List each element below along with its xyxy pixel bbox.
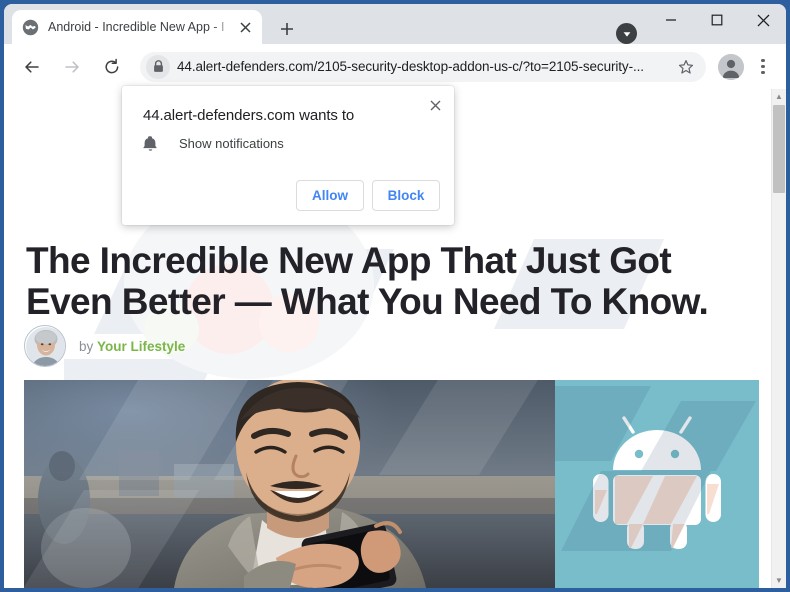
forward-arrow-icon — [65, 60, 79, 73]
tab-strip: Android - Incredible New App - I — [4, 4, 786, 44]
forward-button[interactable] — [56, 51, 88, 83]
scrollbar-down-arrow[interactable]: ▼ — [772, 573, 786, 588]
block-button[interactable]: Block — [372, 180, 440, 211]
browser-window-inner: Android - Incredible New App - I 44.aler… — [4, 4, 786, 588]
site-info-button[interactable] — [146, 54, 170, 79]
lock-icon — [153, 60, 163, 72]
window-controls — [648, 4, 786, 44]
page-headline: The Incredible New App That Just Got Eve… — [26, 239, 709, 322]
tab-title: Android - Incredible New App - I — [48, 20, 225, 34]
back-arrow-icon — [25, 60, 39, 73]
url-text[interactable]: 44.alert-defenders.com/2105-security-des… — [177, 59, 672, 74]
android-panel — [555, 380, 759, 588]
close-icon — [757, 14, 769, 26]
bookmark-star-icon[interactable] — [672, 53, 700, 81]
panel-watermark — [555, 386, 756, 551]
browser-menu-button[interactable] — [750, 52, 776, 82]
smiling-man-using-smartphone-image — [24, 380, 555, 588]
maximize-icon — [711, 14, 723, 26]
scrollbar-thumb[interactable] — [773, 105, 785, 193]
dialog-actions: Allow Block — [296, 180, 440, 211]
close-x-icon — [239, 21, 251, 33]
dialog-title: 44.alert-defenders.com wants to — [143, 107, 355, 124]
dialog-close-button[interactable] — [424, 94, 446, 116]
window-maximize-button[interactable] — [694, 4, 740, 36]
byline: by Your Lifestyle — [24, 325, 185, 367]
globe-icon — [22, 19, 39, 35]
byline-text: by Your Lifestyle — [79, 339, 185, 354]
hero-section — [24, 380, 759, 588]
minimize-icon — [666, 19, 676, 21]
plus-icon — [281, 23, 293, 35]
browser-toolbar: 44.alert-defenders.com/2105-security-des… — [4, 44, 786, 89]
download-arrow-icon — [623, 31, 630, 37]
bell-icon — [143, 136, 157, 151]
downloads-button[interactable] — [616, 23, 637, 44]
hero-photo — [24, 380, 555, 588]
address-bar[interactable]: 44.alert-defenders.com/2105-security-des… — [140, 51, 706, 82]
new-tab-button[interactable] — [274, 16, 300, 42]
close-icon — [430, 100, 440, 110]
permission-row: Show notifications — [143, 135, 284, 152]
tab-close-icon[interactable] — [236, 18, 254, 36]
menu-dot-2 — [761, 64, 765, 69]
back-button[interactable] — [16, 51, 48, 83]
reload-button[interactable] — [96, 51, 128, 83]
author-avatar — [24, 325, 66, 367]
profile-avatar-icon — [718, 53, 744, 80]
window-minimize-button[interactable] — [648, 4, 694, 36]
byline-prefix: by — [79, 338, 94, 354]
star-icon — [678, 59, 694, 74]
allow-button[interactable]: Allow — [296, 180, 364, 211]
profile-button[interactable] — [718, 53, 744, 80]
window-close-button[interactable] — [740, 4, 786, 36]
menu-dot-1 — [761, 58, 765, 62]
permission-label: Show notifications — [179, 136, 284, 151]
reload-icon — [105, 58, 119, 73]
browser-tab[interactable]: Android - Incredible New App - I — [12, 10, 262, 44]
notification-permission-dialog: 44.alert-defenders.com wants to Show not… — [122, 86, 454, 225]
avatar-image — [26, 327, 65, 366]
byline-author[interactable]: Your Lifestyle — [97, 339, 185, 354]
page-scrollbar[interactable]: ▲ ▼ — [771, 89, 786, 588]
menu-dot-3 — [761, 71, 765, 75]
scrollbar-up-arrow[interactable]: ▲ — [772, 89, 786, 104]
browser-window: Android - Incredible New App - I 44.aler… — [0, 0, 790, 592]
